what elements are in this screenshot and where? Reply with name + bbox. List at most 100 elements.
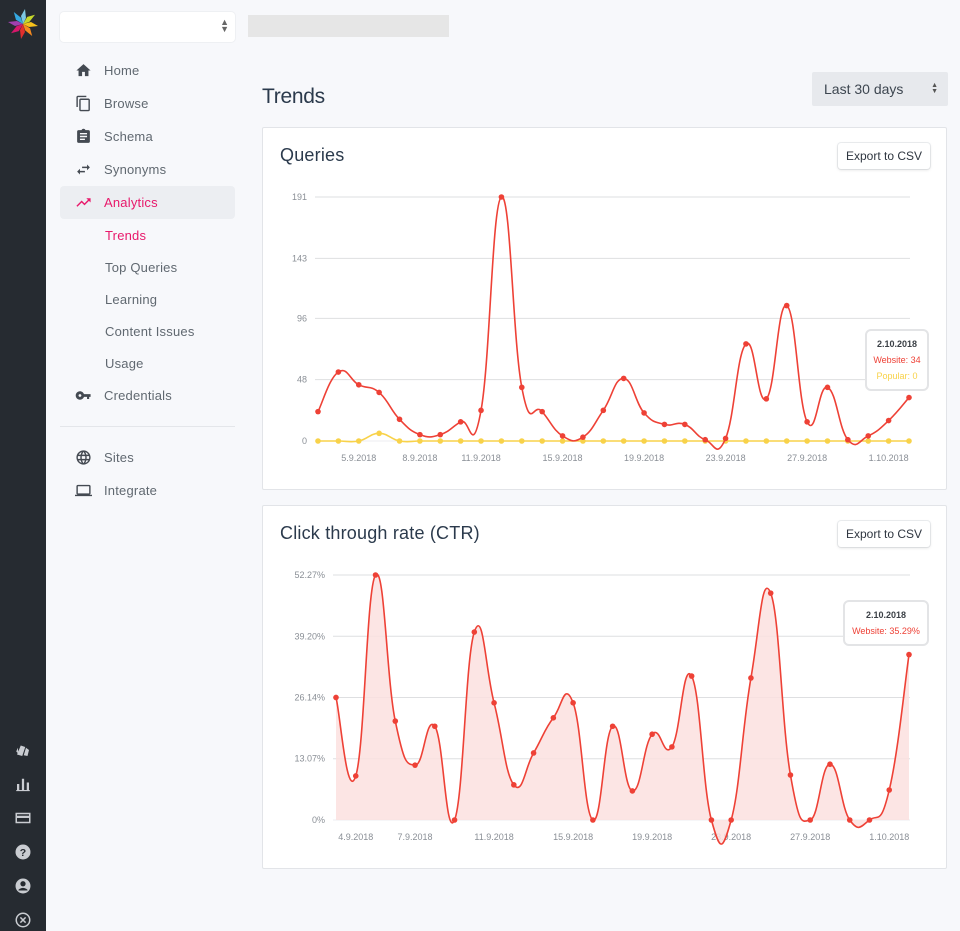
data-point-popular[interactable] (437, 438, 444, 444)
data-point-popular[interactable] (315, 438, 321, 444)
data-point-website[interactable] (396, 416, 403, 423)
credit-card-icon[interactable] (0, 801, 46, 835)
data-point-website[interactable] (846, 817, 853, 823)
data-point-website[interactable] (590, 817, 596, 823)
data-point-website[interactable] (866, 817, 873, 823)
data-point-website[interactable] (372, 572, 379, 578)
data-point-website[interactable] (355, 381, 362, 388)
data-point-website[interactable] (702, 436, 709, 443)
data-point-website[interactable] (530, 750, 537, 756)
data-point-popular[interactable] (600, 438, 607, 444)
data-point-website[interactable] (412, 762, 418, 768)
data-point-website[interactable] (392, 718, 399, 724)
data-point-website[interactable] (763, 396, 770, 402)
data-point-popular[interactable] (457, 438, 464, 444)
data-point-popular[interactable] (682, 438, 688, 444)
data-point-popular[interactable] (355, 438, 362, 444)
data-point-website[interactable] (728, 817, 734, 823)
data-point-popular[interactable] (620, 438, 627, 444)
data-point-popular[interactable] (539, 438, 545, 444)
data-point-popular[interactable] (417, 438, 423, 444)
data-point-website[interactable] (743, 341, 749, 347)
data-point-popular[interactable] (743, 438, 749, 444)
data-point-website[interactable] (511, 782, 517, 788)
data-point-popular[interactable] (376, 430, 382, 437)
data-point-website[interactable] (498, 194, 505, 200)
data-point-website[interactable] (559, 433, 566, 439)
data-point-website[interactable] (609, 723, 616, 730)
data-point-website[interactable] (333, 694, 339, 701)
data-point-website[interactable] (661, 421, 668, 428)
data-point-website[interactable] (669, 744, 675, 750)
data-point-popular[interactable] (824, 438, 831, 444)
data-point-website[interactable] (885, 417, 892, 424)
close-circle-icon[interactable] (0, 903, 46, 931)
data-point-website[interactable] (539, 408, 545, 415)
data-point-popular[interactable] (804, 438, 810, 444)
data-point-popular[interactable] (641, 438, 647, 444)
data-point-website[interactable] (783, 302, 790, 309)
sidebar-subitem-top-queries[interactable]: Top Queries (60, 251, 235, 283)
data-point-website[interactable] (748, 675, 754, 681)
data-point-popular[interactable] (865, 438, 872, 444)
data-point-website[interactable] (629, 788, 636, 794)
data-point-website[interactable] (376, 389, 382, 396)
data-point-website[interactable] (417, 431, 423, 438)
data-point-website[interactable] (641, 410, 647, 416)
data-point-website[interactable] (906, 394, 912, 401)
data-point-website[interactable] (437, 431, 444, 438)
sidebar-item-analytics[interactable]: Analytics (60, 186, 235, 219)
data-point-website[interactable] (708, 817, 715, 823)
sidebar-subitem-learning[interactable]: Learning (60, 283, 235, 315)
data-point-website[interactable] (431, 723, 438, 730)
data-point-website[interactable] (620, 375, 627, 382)
data-point-website[interactable] (845, 436, 851, 443)
data-point-website[interactable] (886, 787, 893, 793)
data-point-website[interactable] (570, 700, 576, 706)
data-point-website[interactable] (807, 817, 814, 823)
data-point-popular[interactable] (498, 438, 505, 444)
data-point-website[interactable] (471, 629, 478, 635)
site-selector[interactable]: ▲ ▼ (60, 12, 235, 42)
account-icon[interactable] (0, 869, 46, 903)
data-point-website[interactable] (491, 700, 497, 706)
data-point-popular[interactable] (478, 438, 484, 444)
data-point-website[interactable] (451, 817, 458, 823)
data-point-website[interactable] (335, 369, 342, 375)
data-point-website[interactable] (722, 435, 729, 442)
sidebar-item-credentials[interactable]: Credentials (60, 379, 235, 412)
bar-chart-icon[interactable] (0, 767, 46, 801)
app-logo-icon[interactable] (5, 6, 41, 42)
data-point-website[interactable] (688, 673, 695, 679)
sidebar-item-synonyms[interactable]: Synonyms (60, 153, 235, 186)
data-point-popular[interactable] (396, 438, 403, 444)
data-point-website[interactable] (550, 715, 557, 721)
data-point-website[interactable] (787, 772, 794, 778)
data-point-website[interactable] (478, 407, 484, 414)
data-point-website[interactable] (865, 433, 872, 439)
data-point-website[interactable] (824, 384, 831, 391)
data-point-website[interactable] (649, 731, 655, 738)
data-point-popular[interactable] (763, 438, 770, 444)
sidebar-item-browse[interactable]: Browse (60, 87, 235, 120)
data-point-website[interactable] (518, 384, 525, 391)
cards-icon[interactable] (0, 733, 46, 767)
data-point-website[interactable] (804, 419, 810, 425)
sidebar-subitem-content-issues[interactable]: Content Issues (60, 315, 235, 347)
data-point-website[interactable] (682, 421, 688, 428)
data-point-website[interactable] (767, 590, 774, 596)
sidebar-item-home[interactable]: Home (60, 54, 235, 87)
data-point-website[interactable] (352, 773, 359, 779)
data-point-website[interactable] (457, 419, 464, 425)
sidebar-subitem-trends[interactable]: Trends (60, 219, 235, 251)
sidebar-subitem-usage[interactable]: Usage (60, 347, 235, 379)
sidebar-item-sites[interactable]: Sites (60, 441, 235, 474)
data-point-popular[interactable] (783, 438, 790, 444)
data-point-website[interactable] (600, 407, 607, 414)
data-point-popular[interactable] (885, 438, 892, 444)
help-icon[interactable]: ? (0, 835, 46, 869)
data-point-popular[interactable] (906, 438, 912, 444)
data-point-website[interactable] (580, 434, 586, 440)
sidebar-item-integrate[interactable]: Integrate (60, 474, 235, 507)
date-range-select[interactable]: Last 30 days ▲ ▼ (812, 72, 948, 106)
